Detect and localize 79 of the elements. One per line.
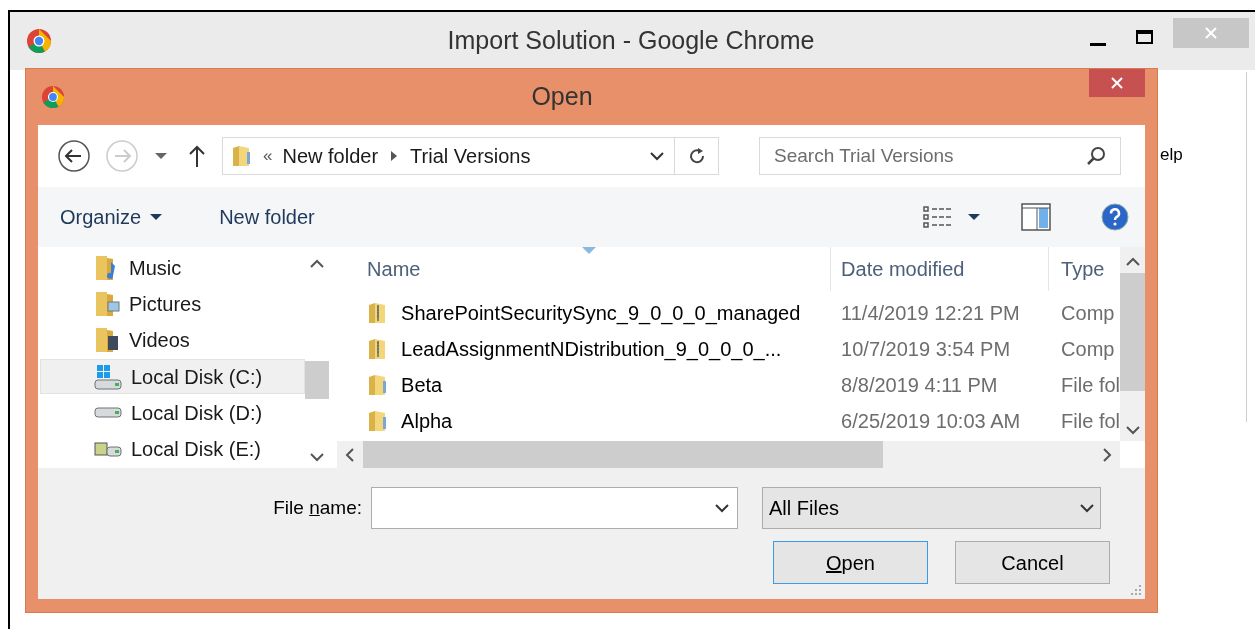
network-drive-icon — [93, 441, 123, 457]
file-name: LeadAssignmentNDistribution_9_0_0_0_... — [401, 337, 782, 363]
refresh-icon — [687, 147, 706, 165]
up-arrow-icon[interactable] — [188, 144, 206, 168]
scrollbar-thumb[interactable] — [305, 361, 330, 399]
drive-icon — [93, 407, 123, 419]
breadcrumb-item[interactable]: Trial Versions — [410, 141, 531, 171]
search-icon[interactable] — [1086, 146, 1106, 166]
resize-grip-icon[interactable] — [1130, 584, 1142, 596]
help-icon[interactable] — [1101, 203, 1129, 231]
file-name-label: File name: — [272, 495, 363, 520]
file-name: Alpha — [401, 409, 453, 434]
browser-window-title: Import Solution - Google Chrome — [446, 25, 816, 57]
date-modified: 6/25/2019 10:03 AM — [840, 409, 1022, 434]
scroll-down-icon[interactable] — [310, 452, 325, 462]
page-text: elp — [1160, 145, 1183, 164]
scroll-up-icon[interactable] — [1125, 257, 1140, 267]
dialog-close-button[interactable] — [1089, 69, 1145, 97]
cancel-button[interactable]: Cancel — [955, 541, 1110, 584]
scroll-right-icon[interactable] — [1102, 447, 1112, 462]
breadcrumb-overflow[interactable]: « — [263, 143, 273, 169]
scrollbar-thumb[interactable] — [1120, 273, 1145, 391]
maximize-icon[interactable] — [1136, 30, 1153, 44]
view-list-icon[interactable] — [923, 206, 953, 228]
file-row[interactable]: Alpha 6/25/2019 10:03 AM File fol — [337, 403, 1120, 439]
system-drive-icon — [93, 363, 123, 390]
date-modified: 8/8/2019 4:11 PM — [840, 373, 999, 398]
new-folder-button[interactable]: New folder — [219, 202, 315, 232]
file-row[interactable]: LeadAssignmentNDistribution_9_0_0_0_... 10/7/2019 3:54 PM Comp — [337, 331, 1120, 367]
dropdown-icon[interactable] — [715, 503, 729, 513]
breadcrumb-separator-icon[interactable] — [390, 151, 399, 161]
file-row[interactable]: Beta 8/8/2019 4:11 PM File fol — [337, 367, 1120, 403]
navigation-item[interactable]: Local Disk (D:) — [40, 395, 305, 431]
date-modified: 11/4/2019 12:21 PM — [840, 301, 1021, 326]
history-dropdown-icon[interactable] — [154, 152, 168, 160]
date-modified: 10/7/2019 3:54 PM — [840, 337, 1012, 362]
file-type: Comp — [1060, 301, 1116, 326]
file-type: File fol — [1060, 373, 1120, 398]
navigation-item[interactable]: Local Disk (E:) — [40, 431, 305, 467]
file-row[interactable]: SharePointSecuritySync_9_0_0_0_managed 11/4/2019 12:21 PM Comp — [337, 295, 1120, 331]
breadcrumb-item[interactable]: New folder — [282, 141, 379, 171]
address-bar[interactable]: « New folder Trial Versions — [222, 137, 719, 175]
scroll-left-icon[interactable] — [345, 447, 356, 462]
preview-pane-icon[interactable] — [1021, 203, 1051, 231]
open-button[interactable]: Open — [773, 541, 928, 584]
dialog-title: Open — [530, 81, 594, 113]
folder-icon — [231, 144, 253, 168]
videos-folder-icon — [93, 326, 121, 355]
caret-icon — [149, 213, 164, 221]
file-name: SharePointSecuritySync_9_0_0_0_managed — [401, 301, 801, 327]
view-dropdown-icon[interactable] — [967, 213, 981, 221]
file-name: Beta — [401, 373, 443, 398]
navigation-item[interactable]: Local Disk (C:) — [40, 359, 305, 395]
back-icon[interactable] — [58, 140, 90, 172]
minimize-icon[interactable] — [1090, 42, 1106, 46]
horizontal-scrollbar[interactable] — [337, 441, 1120, 468]
organize-button[interactable]: Organize — [60, 202, 164, 232]
dropdown-icon — [1080, 503, 1094, 513]
file-type: File fol — [1060, 409, 1120, 434]
navigation-item[interactable]: Music — [40, 250, 305, 286]
navigation-item[interactable]: Videos — [40, 322, 305, 358]
file-type: Comp — [1060, 337, 1116, 362]
close-icon — [1205, 27, 1217, 39]
dialog-logo-icon — [41, 85, 65, 109]
file-list-scrollbar[interactable] — [1120, 247, 1145, 441]
address-dropdown-icon[interactable] — [650, 151, 664, 161]
name-column-header[interactable]: Name — [337, 247, 831, 291]
scrollbar-thumb[interactable] — [363, 441, 884, 468]
close-icon — [1111, 77, 1123, 89]
scroll-up-icon[interactable] — [310, 259, 325, 269]
file-type-dropdown[interactable]: All Files — [762, 487, 1101, 529]
file-name-field[interactable] — [371, 487, 738, 529]
search-field[interactable]: Search Trial Versions — [759, 137, 1121, 175]
browser-logo-icon — [26, 28, 52, 54]
navigation-item[interactable]: Pictures — [40, 286, 305, 322]
scroll-down-icon[interactable] — [1125, 425, 1140, 435]
search-input[interactable]: Search Trial Versions — [774, 141, 1086, 171]
pictures-folder-icon — [93, 290, 121, 318]
date-column-header[interactable]: Date modified — [830, 247, 1049, 291]
